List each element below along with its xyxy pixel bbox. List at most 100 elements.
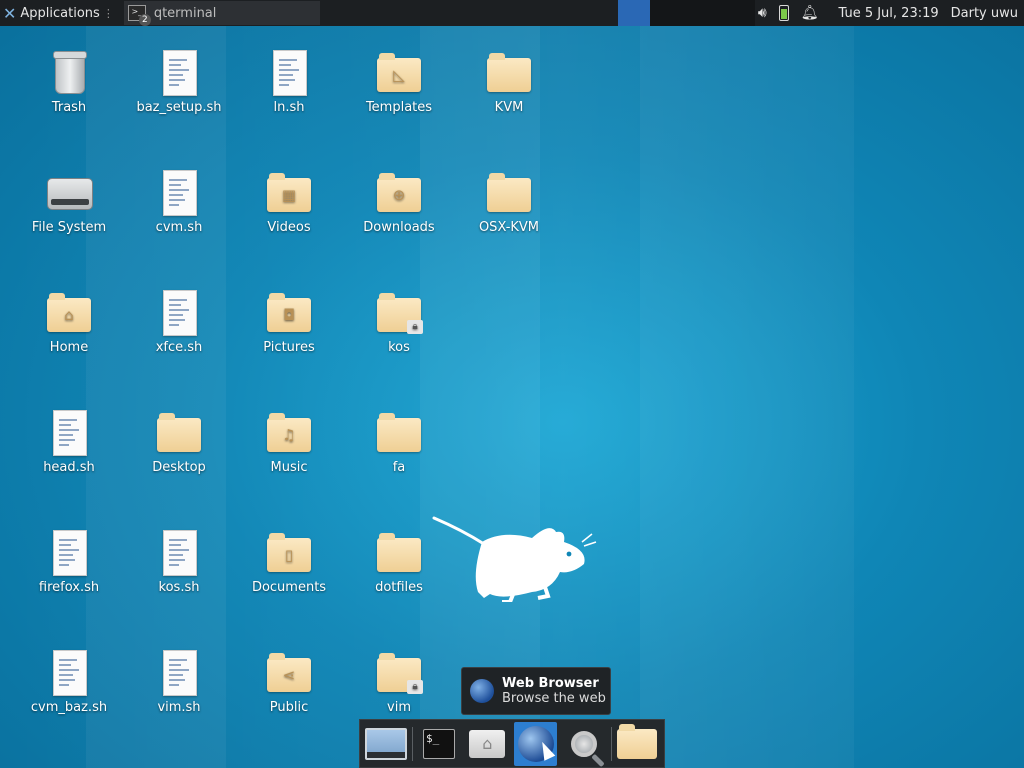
text-line — [169, 59, 187, 61]
folder-shape: ⌂ — [47, 293, 91, 332]
desktop-icon[interactable]: KVM — [454, 48, 564, 115]
desktop-icon[interactable]: ♫ Music — [234, 408, 344, 475]
document-shape — [53, 650, 87, 696]
desktop-icon[interactable]: ▯ Documents — [234, 528, 344, 595]
dock-separator — [610, 726, 612, 761]
battery-icon[interactable] — [778, 5, 789, 21]
text-line — [59, 659, 77, 661]
workspace-2[interactable] — [649, 0, 755, 26]
desktop-icon[interactable]: ▦ Videos — [234, 168, 344, 235]
panel-spacer — [320, 0, 758, 26]
folder-shape — [157, 413, 201, 452]
dock-separator — [412, 726, 414, 761]
desktop-icon-label: Pictures — [263, 340, 315, 355]
desktop-icon[interactable]: ◘ Pictures — [234, 288, 344, 355]
app-finder-launcher[interactable] — [562, 722, 605, 766]
text-line — [169, 199, 185, 201]
desktop-icon[interactable]: vim.sh — [124, 648, 234, 715]
text-line — [169, 69, 189, 71]
workspace-1[interactable] — [617, 0, 650, 26]
trash-can-shape — [53, 51, 87, 94]
desktop-icon[interactable]: firefox.sh — [14, 528, 124, 595]
menu-grip-icon: ⋮ — [102, 6, 114, 20]
desktop-icon[interactable]: xfce.sh — [124, 288, 234, 355]
folder-shape — [487, 173, 531, 212]
desktop-icon[interactable]: File System — [14, 168, 124, 235]
taskbar-label: qterminal — [153, 5, 217, 21]
desktop-icon-label: cvm.sh — [155, 220, 203, 235]
document-shape — [163, 290, 197, 336]
text-line — [279, 69, 299, 71]
document-shape — [53, 530, 87, 576]
xfce-logo-icon: ✕ — [3, 3, 17, 23]
text-line — [169, 684, 179, 686]
desktop-icon[interactable]: cvm.sh — [124, 168, 234, 235]
folder-icon: ▯ — [265, 528, 313, 576]
desktop-icon[interactable]: ln.sh — [234, 48, 344, 115]
text-line — [169, 84, 179, 86]
desktop-icon-label: kos.sh — [158, 580, 200, 595]
desktop-icon-label: baz_setup.sh — [136, 100, 222, 115]
text-line — [279, 74, 293, 76]
terminal-icon: $_ — [423, 728, 455, 759]
download-icon: ⊕ — [392, 186, 406, 204]
bottom-dock: $_ — [359, 719, 665, 768]
desktop-icon[interactable]: 🔒︎ kos — [344, 288, 454, 355]
home-icon: ⌂ — [64, 306, 74, 324]
text-line — [59, 424, 71, 426]
desktop-icon-label: firefox.sh — [38, 580, 100, 595]
taskbar-button-qterminal[interactable]: >_ 2 qterminal — [123, 1, 320, 26]
clock[interactable]: Tue 5 Jul, 23:19 — [838, 6, 938, 21]
app-finder-icon — [571, 730, 598, 757]
text-line — [169, 299, 187, 301]
script-file-icon — [45, 408, 93, 456]
text-line — [59, 559, 75, 561]
desktop-icon[interactable]: head.sh — [14, 408, 124, 475]
desktop-icon-label: Public — [269, 700, 309, 715]
desktop-icon[interactable]: ⋖ Public — [234, 648, 344, 715]
text-line — [59, 554, 73, 556]
text-line — [169, 179, 187, 181]
script-file-icon — [155, 48, 203, 96]
folder-icon: ⋖ — [265, 648, 313, 696]
file-manager-launcher[interactable] — [616, 722, 659, 766]
desktop-icon[interactable]: ⊕ Downloads — [344, 168, 454, 235]
desktop-icon[interactable]: baz_setup.sh — [124, 48, 234, 115]
folder-shape — [377, 413, 421, 452]
folder-icon: ⊕ — [375, 168, 423, 216]
text-line — [169, 669, 189, 671]
desktop-icon-label: kos — [388, 340, 410, 355]
desktop-icon[interactable]: fa — [344, 408, 454, 475]
folder-icon: ◺ — [375, 48, 423, 96]
desktop-icon[interactable]: OSX-KVM — [454, 168, 564, 235]
folder-icon: 🔒︎ — [375, 648, 423, 696]
show-desktop-button[interactable] — [364, 722, 407, 766]
document-shape — [163, 650, 197, 696]
text-line — [59, 549, 79, 551]
desktop-icon[interactable]: Trash — [14, 48, 124, 115]
text-line — [169, 184, 181, 186]
desktop-icon[interactable]: kos.sh — [124, 528, 234, 595]
script-file-icon — [45, 648, 93, 696]
volume-icon[interactable]: 🔊︎ — [758, 5, 767, 21]
desktop-icon[interactable]: Desktop — [124, 408, 234, 475]
desktop-icon[interactable]: cvm_baz.sh — [14, 648, 124, 715]
desktop-icon[interactable]: ⌂ Home — [14, 288, 124, 355]
text-line — [169, 659, 187, 661]
text-line — [59, 434, 73, 436]
desktop-icon[interactable]: 🔒︎ vim — [344, 648, 454, 715]
desktop-icon-label: cvm_baz.sh — [30, 700, 108, 715]
folder-icon — [485, 48, 533, 96]
desktop-icon-label: vim.sh — [157, 700, 201, 715]
text-line — [169, 679, 185, 681]
applications-menu-button[interactable]: ✕ Applications ⋮ — [0, 0, 120, 26]
text-line — [59, 664, 71, 666]
user-menu[interactable]: Darty uwu — [951, 6, 1018, 21]
lock-icon: 🔒︎ — [407, 680, 423, 694]
folder-shape: ◘ — [267, 293, 311, 332]
home-folder-launcher[interactable] — [466, 722, 509, 766]
notification-bell-icon[interactable]: 🔔︎ — [801, 5, 819, 21]
desktop-icon[interactable]: ◺ Templates — [344, 48, 454, 115]
folder-icon: ▦ — [265, 168, 313, 216]
terminal-launcher[interactable]: $_ — [417, 722, 460, 766]
